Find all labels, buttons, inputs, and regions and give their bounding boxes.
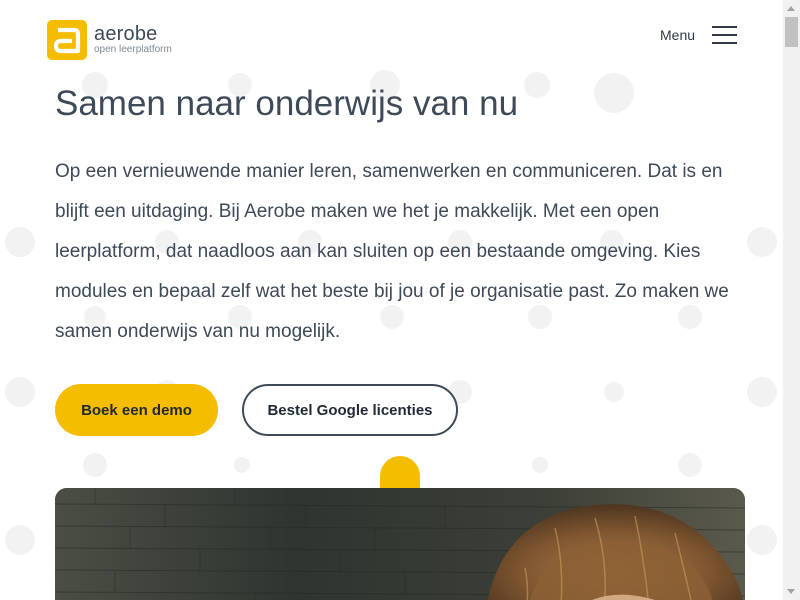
site-header: aerobe open leerplatform Menu <box>0 0 783 80</box>
logo-text: aerobe open leerplatform <box>94 24 172 56</box>
brand-tagline: open leerplatform <box>94 44 172 55</box>
menu-button[interactable]: Menu <box>660 26 738 44</box>
hero-image <box>55 488 745 600</box>
hamburger-icon <box>712 26 738 44</box>
scrollbar-thumb[interactable] <box>785 17 798 47</box>
background-dot <box>5 525 35 555</box>
scroll-down-icon[interactable] <box>787 589 795 594</box>
background-dot <box>83 453 107 477</box>
menu-label: Menu <box>660 27 696 43</box>
background-dot <box>604 382 624 402</box>
background-dot <box>532 457 548 473</box>
background-dot <box>234 457 250 473</box>
order-google-licenses-button[interactable]: Bestel Google licenties <box>242 384 458 436</box>
background-dot <box>747 377 777 407</box>
scroll-up-icon[interactable] <box>787 6 795 11</box>
book-demo-button[interactable]: Boek een demo <box>55 384 218 436</box>
brand-name: aerobe <box>94 23 158 45</box>
page-title: Samen naar onderwijs van nu <box>55 84 519 123</box>
background-dot <box>747 525 777 555</box>
background-dot <box>678 453 702 477</box>
hero-photo <box>55 488 745 600</box>
background-dot <box>5 227 35 257</box>
aerobe-logo[interactable]: aerobe open leerplatform <box>47 20 172 60</box>
intro-paragraph: Op een vernieuwende manier leren, samenw… <box>55 161 729 342</box>
background-dot <box>5 377 35 407</box>
aerobe-logo-icon <box>47 20 87 60</box>
vertical-scrollbar[interactable] <box>783 0 800 600</box>
page: aerobe open leerplatform Menu Samen naar… <box>0 0 800 600</box>
